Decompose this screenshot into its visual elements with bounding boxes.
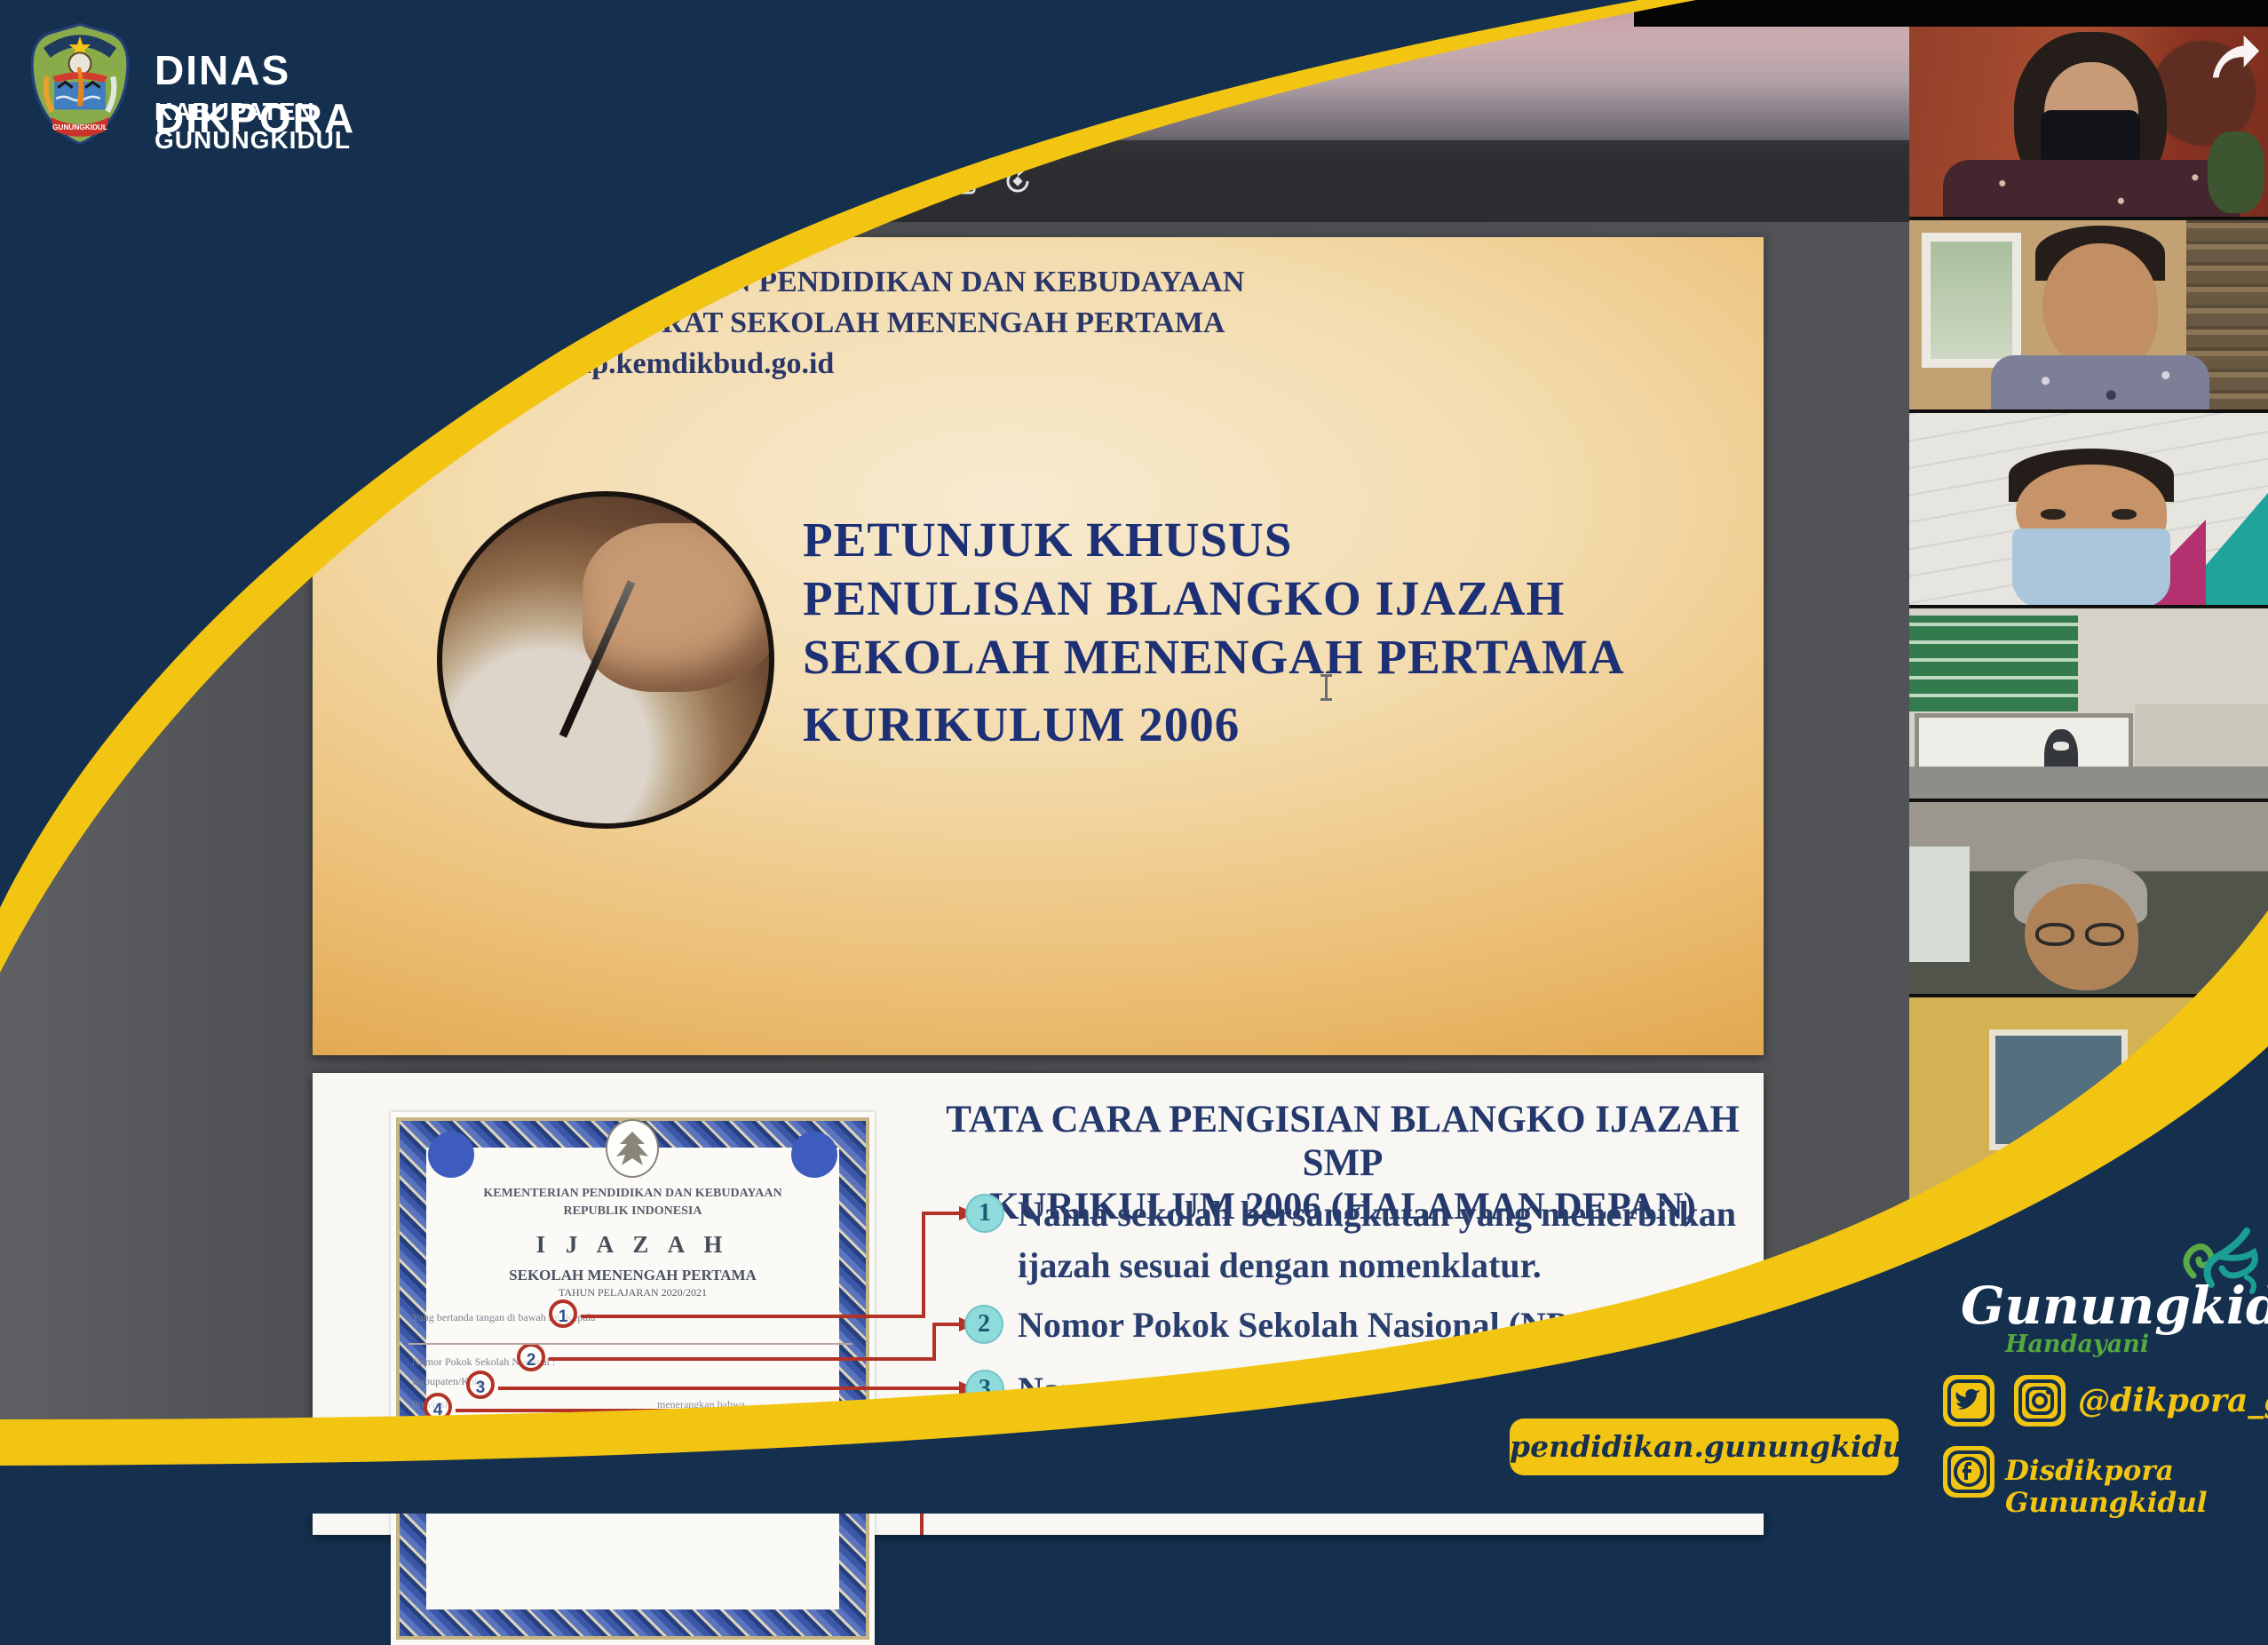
org-line: KEMENTERIAN PENDIDIKAN DAN KEBUDAYAAN [519, 262, 1244, 303]
gunungkidul-seal: GUNUNGKIDUL [25, 21, 135, 146]
cert-note: menerangkan bahwa [657, 1398, 745, 1411]
brand-tagline: Handayani [2005, 1331, 2149, 1358]
zoom-out-button[interactable]: − [735, 165, 751, 197]
website-badge: pendidikan.gunungkidulkab.go.id [1510, 1419, 1899, 1475]
seal-ribbon-text: GUNUNGKIDUL [52, 123, 107, 131]
zoom-level[interactable]: 100% [774, 165, 852, 197]
video-tile-participant-2[interactable] [1909, 220, 2268, 411]
text-cursor [1325, 674, 1328, 701]
instagram-icon [2014, 1375, 2066, 1426]
share-arrow-icon[interactable] [2206, 32, 2263, 87]
top-black-bar [1634, 0, 2268, 27]
facebook-icon [1943, 1446, 1994, 1498]
item-line: Nomor Pokok Sekolah Nasional (NPSN) [1018, 1299, 1625, 1351]
toolbar-divider: | [712, 165, 718, 197]
video-tile-participant-3[interactable] [1909, 413, 2268, 607]
toolbar-divider: | [915, 165, 920, 197]
ijazah-certificate-preview: KEMENTERIAN PENDIDIKAN DAN KEBUDAYAAN RE… [391, 1112, 875, 1645]
item-1-badge: 1 [965, 1194, 1004, 1233]
video-tile-participant-4[interactable] [1909, 608, 2268, 800]
brand-name: Gunungkidul [1961, 1275, 2268, 1336]
slide1-org-block: KEMENTERIAN PENDIDIKAN DAN KEBUDAYAAN DI… [519, 262, 1244, 385]
title-line: SEKOLAH MENENGAH PERTAMA [803, 628, 1625, 687]
kemdikbud-tutwuri-logo [353, 242, 487, 401]
pdf-page-12: KEMENTERIAN PENDIDIKAN DAN KEBUDAYAAN DI… [313, 237, 1764, 1055]
certificate-corner-medallion [791, 1132, 837, 1178]
page-number-input[interactable]: 12 [600, 165, 638, 197]
cert-annotation-1: 1 [549, 1299, 577, 1328]
org-line: DIREKTORAT SEKOLAH MENENGAH PERTAMA [519, 303, 1244, 344]
item-2-badge: 2 [964, 1305, 1003, 1344]
rotate-icon[interactable] [1002, 165, 1034, 197]
facebook-name: Disdikpora Gunungkidul [2005, 1455, 2268, 1519]
certificate-corner-medallion [428, 1132, 474, 1178]
cert-annotation-4: 4 [424, 1393, 452, 1421]
item-line: ijazah sesuai dengan nomenklatur. [1018, 1240, 1736, 1291]
cert-doc-title: I J A Z A H [391, 1231, 875, 1259]
video-tile-participant-5[interactable] [1909, 802, 2268, 996]
cert-academic-year: TAHUN PELAJARAN 2020/2021 [391, 1286, 875, 1299]
screen-share-region: 12 / 55 | − 100% + | KEMENTERIAN PENDIDI… [0, 0, 1909, 1514]
page-separator: / [649, 165, 654, 197]
title-line: PETUNJUK KHUSUS [803, 511, 1625, 569]
cert-school-level: SEKOLAH MENENGAH PERTAMA [391, 1267, 875, 1284]
item-line: Nama nomenklatur kabupaten/kota*) ( [1018, 1364, 1612, 1416]
title-line: KURIKULUM 2006 [803, 695, 1625, 754]
twitter-icon [1943, 1375, 1994, 1426]
social-handle: @dikpora_gk [2078, 1382, 2268, 1419]
item-2-text: Nomor Pokok Sekolah Nasional (NPSN) [1018, 1299, 1625, 1351]
item-line: Nama sekolah bersangkutan yang menerbitk… [1018, 1188, 1736, 1240]
cert-ministry: KEMENTERIAN PENDIDIKAN DAN KEBUDAYAAN [391, 1187, 875, 1201]
footer-brand-block: Gunungkidul Handayani @dikpora_gk Disdik… [1909, 1217, 2268, 1514]
page-total: 55 [668, 165, 691, 197]
item-3-badge: 3 [965, 1370, 1004, 1409]
fit-page-icon[interactable] [947, 165, 977, 197]
title-line: TATA CARA PENGISIAN BLANGKO IJAZAH SMP [934, 1098, 1751, 1185]
cert-annotation-3: 3 [466, 1371, 495, 1399]
item-1-text: Nama sekolah bersangkutan yang menerbitk… [1018, 1188, 1736, 1291]
cert-republic: REPUBLIK INDONESIA [391, 1204, 875, 1219]
writing-hand-photo [437, 491, 774, 829]
org-line: ditsmp.kemdikbud.go.id [519, 344, 1244, 385]
cert-annotation-2: 2 [517, 1343, 545, 1371]
garuda-emblem [606, 1119, 659, 1178]
agency-subtitle: KABUPATEN GUNUNGKIDUL [155, 98, 351, 155]
zoom-in-button[interactable]: + [872, 165, 888, 197]
title-line: PENULISAN BLANGKO IJAZAH [803, 569, 1625, 628]
slide1-title: PETUNJUK KHUSUS PENULISAN BLANGKO IJAZAH… [803, 511, 1625, 754]
